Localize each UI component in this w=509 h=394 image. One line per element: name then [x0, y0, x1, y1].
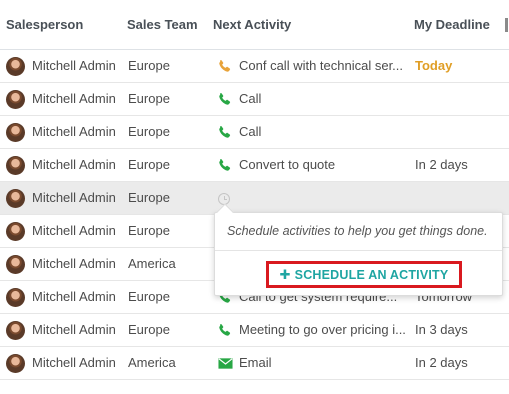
avatar	[6, 90, 25, 109]
table-row[interactable]: Mitchell Admin Europe Convert to quote In 2…	[0, 149, 509, 182]
avatar	[6, 189, 25, 208]
popover-divider	[215, 250, 502, 251]
cell-next-activity[interactable]: Convert to quote	[239, 157, 409, 172]
cell-sales-team: Europe	[128, 58, 170, 73]
cell-deadline: Today	[415, 58, 453, 73]
cell-sales-team: Europe	[128, 289, 170, 304]
cell-salesperson: Mitchell Admin	[32, 322, 116, 337]
table-row[interactable]: Mitchell Admin Europe Meeting to go over p…	[0, 314, 509, 347]
cell-next-activity[interactable]: Call	[239, 124, 409, 139]
column-header-sales-team[interactable]: Sales Team	[127, 17, 198, 32]
avatar	[6, 354, 25, 373]
phone-icon[interactable]	[217, 323, 232, 338]
cell-salesperson: Mitchell Admin	[32, 124, 116, 139]
avatar	[6, 255, 25, 274]
cell-salesperson: Mitchell Admin	[32, 190, 116, 205]
column-header-truncated[interactable]	[505, 18, 508, 32]
cell-sales-team: Europe	[128, 223, 170, 238]
column-header-my-deadline[interactable]: My Deadline	[414, 17, 490, 32]
cell-sales-team: Europe	[128, 157, 170, 172]
avatar	[6, 57, 25, 76]
phone-icon[interactable]	[217, 59, 232, 74]
cell-deadline: In 2 days	[415, 157, 468, 172]
cell-salesperson: Mitchell Admin	[32, 355, 116, 370]
avatar	[6, 288, 25, 307]
phone-icon[interactable]	[217, 92, 232, 107]
cell-sales-team: Europe	[128, 190, 170, 205]
cell-salesperson: Mitchell Admin	[32, 58, 116, 73]
cell-next-activity[interactable]: Meeting to go over pricing i...	[239, 322, 409, 337]
avatar	[6, 156, 25, 175]
table-row[interactable]: Mitchell Admin Europe Conf call with techn…	[0, 50, 509, 83]
cell-sales-team: Europe	[128, 91, 170, 106]
avatar	[6, 123, 25, 142]
cell-next-activity[interactable]: Conf call with technical ser...	[239, 58, 409, 73]
cell-sales-team: Europe	[128, 322, 170, 337]
plus-icon: ✚	[279, 266, 291, 282]
cell-deadline: In 3 days	[415, 322, 468, 337]
schedule-activity-button[interactable]: ✚ SCHEDULE AN ACTIVITY	[266, 261, 462, 288]
cell-deadline: In 2 days	[415, 355, 468, 370]
cell-salesperson: Mitchell Admin	[32, 289, 116, 304]
table-row[interactable]: Mitchell Admin Europe Call	[0, 83, 509, 116]
phone-icon[interactable]	[217, 158, 232, 173]
cell-salesperson: Mitchell Admin	[32, 223, 116, 238]
cell-salesperson: Mitchell Admin	[32, 157, 116, 172]
phone-icon[interactable]	[217, 125, 232, 140]
avatar	[6, 222, 25, 241]
schedule-activity-label: SCHEDULE AN ACTIVITY	[294, 267, 449, 282]
cell-sales-team: Europe	[128, 124, 170, 139]
table-row[interactable]: Mitchell Admin Europe	[0, 182, 509, 215]
activity-popover: Schedule activities to help you get thin…	[214, 203, 503, 296]
table-row[interactable]: Mitchell Admin Europe Call	[0, 116, 509, 149]
cell-sales-team: America	[128, 256, 176, 271]
avatar	[6, 321, 25, 340]
cell-next-activity[interactable]: Call	[239, 91, 409, 106]
envelope-icon[interactable]	[217, 356, 233, 371]
cell-sales-team: America	[128, 355, 176, 370]
cell-next-activity[interactable]: Email	[239, 355, 409, 370]
table-row[interactable]: Mitchell Admin America Email In 2 days	[0, 347, 509, 380]
popover-message: Schedule activities to help you get thin…	[227, 224, 488, 238]
cell-salesperson: Mitchell Admin	[32, 91, 116, 106]
cell-salesperson: Mitchell Admin	[32, 256, 116, 271]
column-header-salesperson[interactable]: Salesperson	[6, 17, 83, 32]
column-header-next-activity[interactable]: Next Activity	[213, 17, 291, 32]
table-header: Salesperson Sales Team Next Activity My …	[0, 0, 509, 50]
